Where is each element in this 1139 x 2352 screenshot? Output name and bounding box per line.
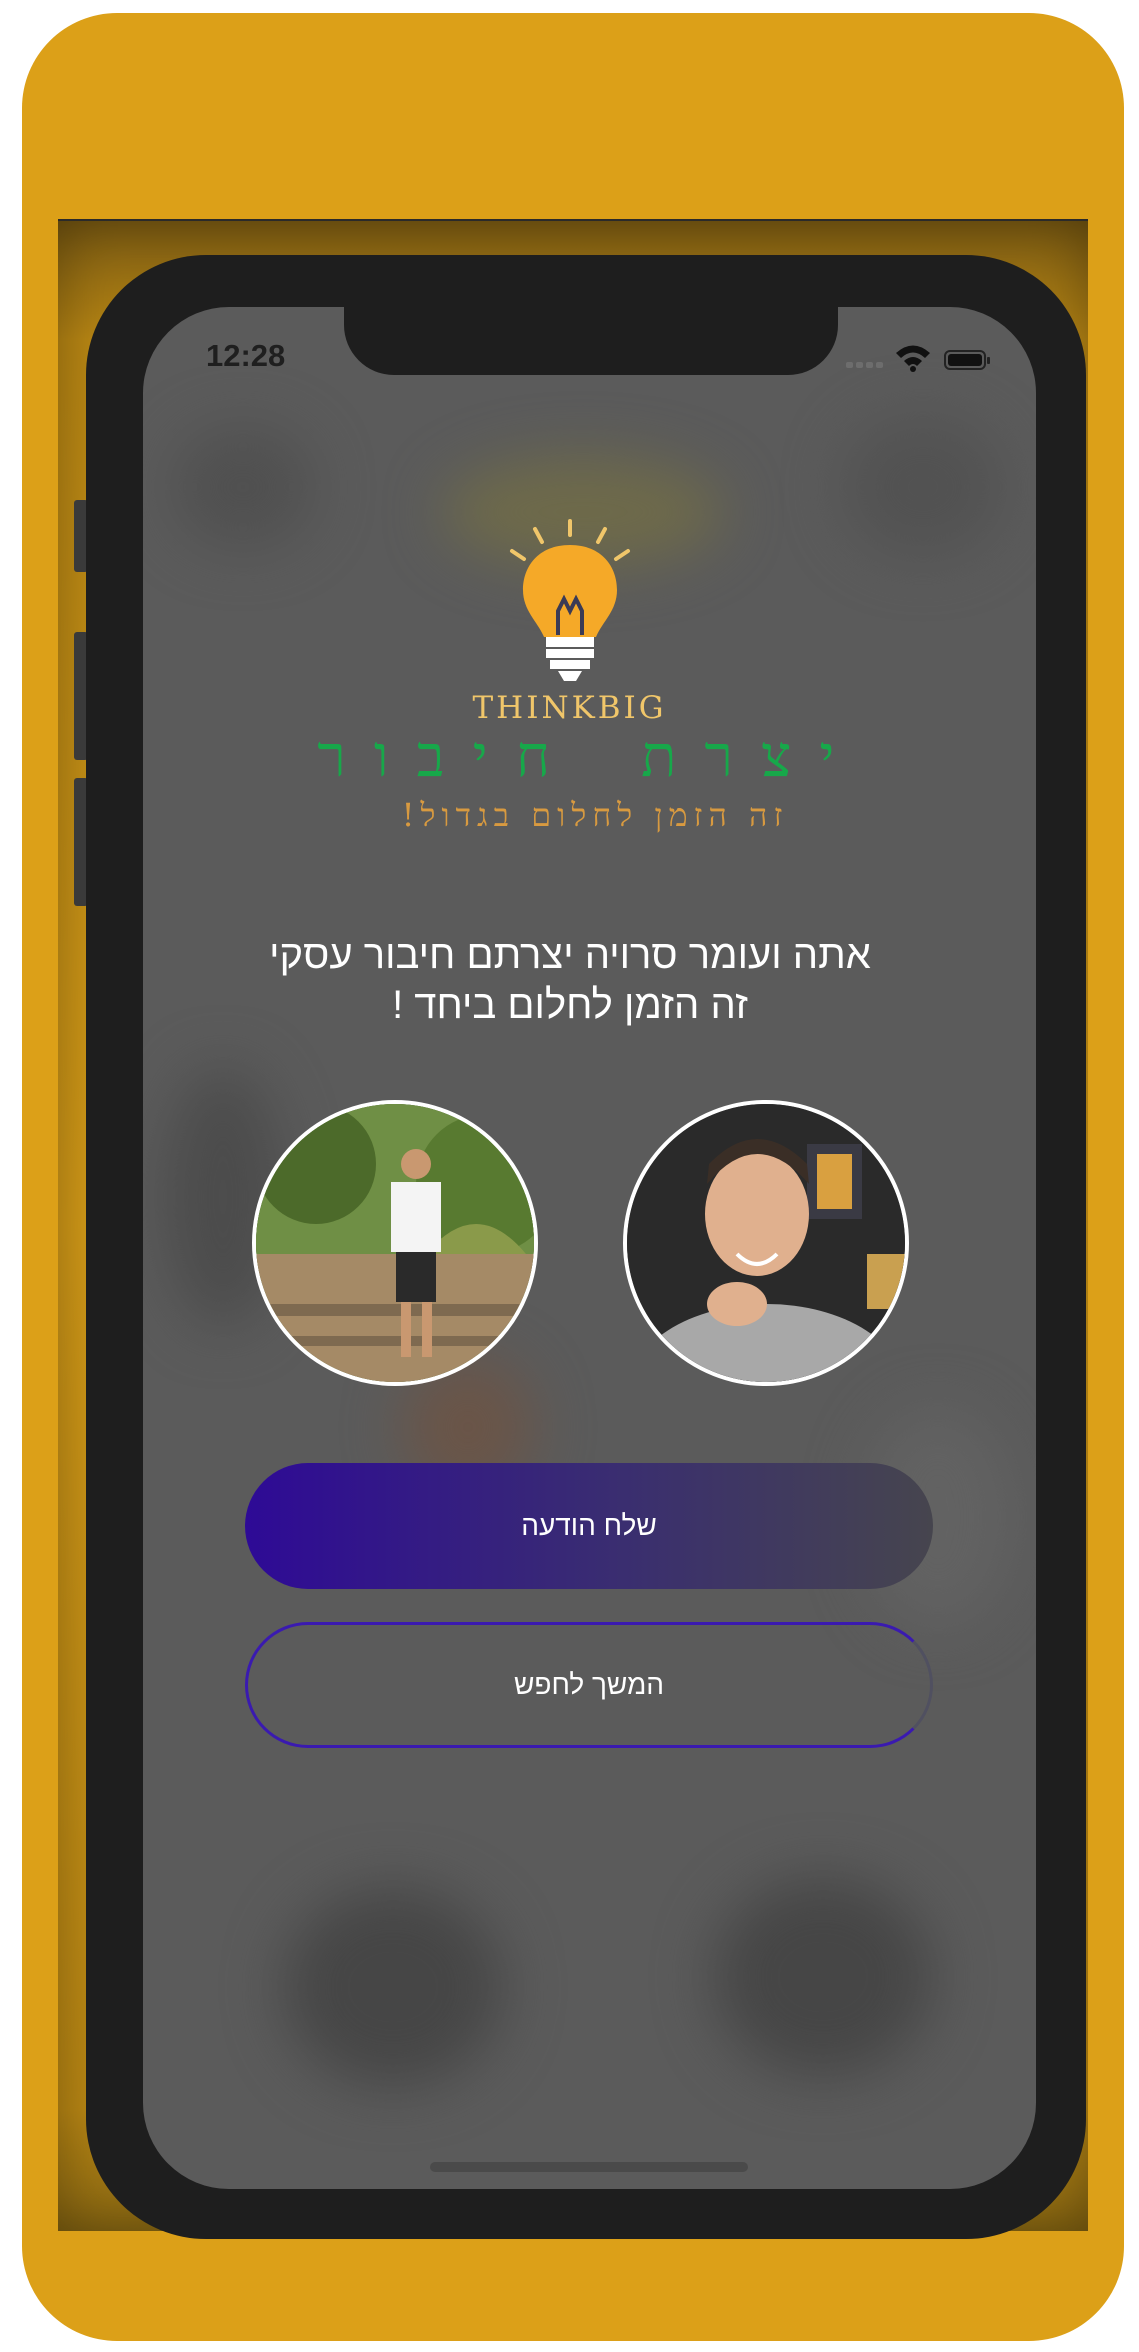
- lightbulb-icon: [480, 515, 660, 695]
- match-message: אתה ועומר סרויה יצרתם חיבור עסקי זה הזמן…: [240, 930, 900, 1030]
- divider: [58, 219, 1088, 221]
- wifi-icon: [896, 345, 930, 372]
- send-message-button[interactable]: שלח הודעה: [245, 1463, 933, 1589]
- brand-name: THINKBIG: [472, 690, 667, 726]
- match-message-line1: אתה ועומר סרויה יצרתם חיבור עסקי: [269, 933, 871, 977]
- status-icons: [846, 338, 996, 374]
- user-avatar[interactable]: [252, 1100, 538, 1386]
- match-subtitle: זה הזמן לחלום בגדול!: [401, 796, 789, 834]
- match-message-line2: זה הזמן לחלום ביחד !: [392, 983, 748, 1027]
- match-title: יצרת חיבור: [317, 722, 863, 790]
- home-indicator[interactable]: [430, 2162, 748, 2172]
- cellular-signal-icon: [846, 362, 886, 368]
- battery-icon: [944, 350, 990, 370]
- device-notch: [344, 307, 838, 375]
- status-time: 12:28: [206, 338, 286, 373]
- keep-searching-button[interactable]: המשך לחפש: [245, 1622, 933, 1748]
- partner-avatar[interactable]: [623, 1100, 909, 1386]
